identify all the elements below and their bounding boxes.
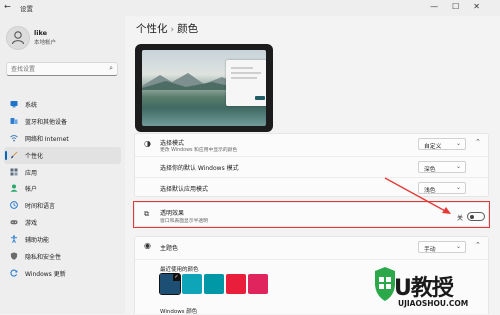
title-bar: ← 设置 —☐✕	[0, 0, 500, 16]
sidebar-item-time-language[interactable]: 时间和语言	[0, 197, 125, 214]
game-controller-icon	[10, 220, 18, 225]
window-title: 设置	[20, 5, 33, 13]
breadcrumb: 个性化 › 颜色	[136, 21, 198, 36]
sidebar-item-windows-update[interactable]: Windows 更新	[0, 265, 125, 282]
sidebar-item-label: 个性化	[25, 152, 44, 160]
color-swatch[interactable]	[204, 274, 224, 294]
sidebar-nav: 系统 蓝牙和其他设备 网络和 Internet 个性化 应用 帐户 时间和语言	[0, 96, 125, 282]
windows-mode-value: 深色	[424, 167, 436, 173]
user-name: like	[34, 29, 48, 37]
breadcrumb-separator: ›	[170, 25, 175, 35]
shield-icon	[10, 252, 18, 260]
accent-title: 主题色	[160, 245, 179, 252]
sidebar-item-label: 辅助功能	[25, 237, 50, 245]
sidebar-item-label: 蓝牙和其他设备	[25, 118, 68, 126]
recent-colors-label: 最近使用的颜色	[160, 267, 199, 273]
monitor-icon	[10, 101, 18, 108]
apps-icon	[10, 168, 18, 176]
sidebar-item-label: 系统	[25, 102, 38, 109]
chevron-down-icon: ⌄	[455, 243, 461, 250]
mode-value: 自定义	[424, 144, 442, 150]
window-controls[interactable]: —☐✕	[430, 2, 494, 11]
color-swatch[interactable]	[248, 274, 268, 294]
sidebar-item-network[interactable]: 网络和 Internet	[0, 130, 125, 147]
sidebar-item-label: Windows 更新	[25, 270, 66, 278]
search-box[interactable]: ⌕	[6, 62, 118, 76]
maximize-button[interactable]: ☐	[452, 2, 473, 11]
globe-clock-icon	[10, 201, 18, 210]
sidebar-item-label: 隐私和安全性	[25, 254, 62, 262]
page-title: 颜色	[177, 23, 199, 35]
watermark: U教授 UJIAOSHOU.COM	[372, 262, 500, 314]
search-icon[interactable]: ⌕	[109, 64, 113, 73]
sidebar: like 本地帐户 ⌕ 系统 蓝牙和其他设备 网络和 Internet 个性化 …	[0, 16, 125, 314]
accent-color-icon: ◉	[144, 241, 151, 250]
sidebar-item-personalization[interactable]: 个性化	[4, 146, 121, 164]
person-icon	[11, 31, 25, 45]
sidebar-item-label: 应用	[25, 169, 38, 177]
preview-window	[226, 60, 266, 106]
windows-mode-label: 选择你的默认 Windows 模式	[160, 165, 239, 172]
sidebar-item-label: 游戏	[25, 220, 38, 228]
sidebar-item-gaming[interactable]: 游戏	[0, 214, 125, 231]
breadcrumb-parent[interactable]: 个性化	[136, 23, 168, 35]
sidebar-item-system[interactable]: 系统	[0, 96, 125, 113]
sidebar-item-label: 时间和语言	[25, 203, 56, 211]
sidebar-item-accounts[interactable]: 帐户	[0, 180, 125, 197]
app-mode-value: 浅色	[424, 188, 436, 194]
windows-mode-dropdown[interactable]: 深色 ⌄	[418, 161, 466, 173]
accent-value: 手动	[424, 247, 436, 253]
mode-desc: 更改 Windows 和应用中显示的颜色	[160, 148, 238, 153]
sidebar-item-label: 网络和 Internet	[25, 135, 69, 143]
chevron-down-icon: ⌄	[455, 163, 461, 170]
app-mode-dropdown[interactable]: 浅色 ⌄	[418, 182, 466, 194]
selected-check-icon: ✓	[173, 274, 180, 281]
account-icon	[10, 184, 18, 193]
sidebar-item-privacy[interactable]: 隐私和安全性	[0, 248, 125, 265]
sidebar-item-label: 帐户	[25, 186, 38, 194]
watermark-text: U教授	[394, 276, 454, 301]
accessibility-icon	[11, 235, 17, 243]
brush-icon	[11, 151, 18, 159]
sidebar-item-apps[interactable]: 应用	[0, 164, 125, 181]
sidebar-item-accessibility[interactable]: 辅助功能	[0, 231, 125, 248]
minimize-button[interactable]: —	[430, 2, 452, 11]
chevron-up-icon[interactable]: ⌃	[475, 138, 481, 146]
search-input[interactable]	[11, 65, 101, 74]
back-arrow-icon[interactable]: ←	[4, 2, 11, 11]
sidebar-item-bluetooth[interactable]: 蓝牙和其他设备	[0, 113, 125, 130]
theme-preview	[135, 44, 273, 132]
chevron-down-icon: ⌄	[455, 140, 461, 147]
color-swatch[interactable]	[226, 274, 246, 294]
close-button[interactable]: ✕	[473, 2, 494, 11]
preview-accent-button	[255, 96, 265, 100]
color-swatch[interactable]: ✓	[159, 273, 181, 295]
watermark-shield-logo	[375, 267, 395, 301]
avatar[interactable]	[6, 26, 30, 50]
color-swatch[interactable]	[182, 274, 202, 294]
palette-icon: ◑	[144, 139, 151, 148]
chevron-down-icon: ⌄	[455, 184, 461, 191]
highlight-box	[133, 201, 490, 228]
mode-dropdown[interactable]: 自定义 ⌄	[418, 138, 466, 150]
mode-card: ◑ 选择模式 更改 Windows 和应用中显示的颜色 自定义 ⌄ ⌃ 选择你的…	[134, 133, 489, 197]
bluetooth-devices-icon	[10, 117, 18, 124]
chevron-up-icon[interactable]: ⌃	[475, 241, 481, 249]
app-mode-label: 选择默认应用模式	[160, 186, 209, 193]
watermark-url: UJIAOSHOU.COM	[398, 299, 469, 308]
accent-dropdown[interactable]: 手动 ⌄	[418, 241, 466, 253]
network-icon	[10, 134, 18, 142]
account-type: 本地帐户	[34, 40, 57, 46]
windows-update-icon	[10, 269, 18, 277]
wallpaper-preview	[142, 50, 266, 126]
